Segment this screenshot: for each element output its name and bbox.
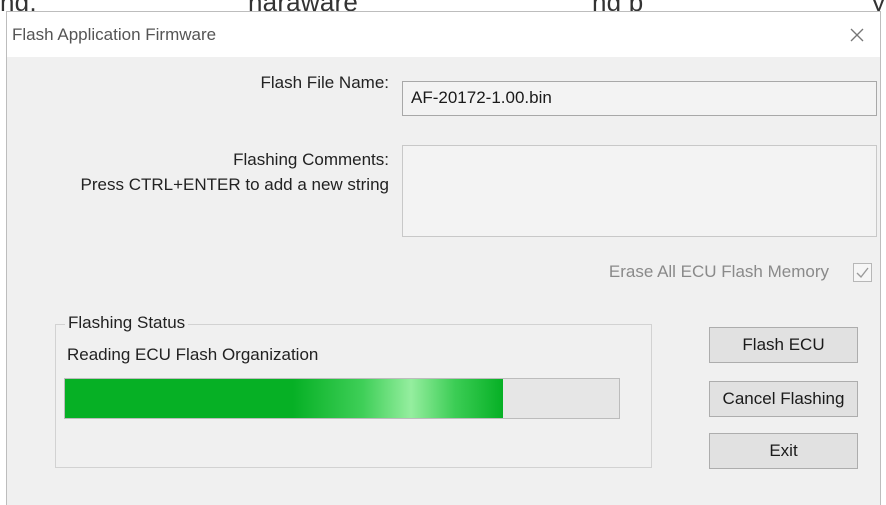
title-bar: Flash Application Firmware bbox=[7, 12, 880, 57]
comments-textarea[interactable] bbox=[402, 145, 877, 237]
progress-fill bbox=[65, 379, 503, 418]
background-text: ng p bbox=[592, 0, 643, 11]
window-title: Flash Application Firmware bbox=[12, 25, 217, 44]
background-text-strip: ng, naraware ng p y bbox=[0, 0, 886, 11]
exit-button[interactable]: Exit bbox=[709, 433, 858, 469]
erase-memory-checkbox[interactable] bbox=[853, 263, 872, 282]
erase-memory-label: Erase All ECU Flash Memory bbox=[608, 262, 829, 281]
file-name-field[interactable]: AF-20172-1.00.bin bbox=[402, 81, 877, 116]
status-message: Reading ECU Flash Organization bbox=[67, 345, 319, 364]
background-text: naraware bbox=[248, 0, 358, 11]
file-name-label: Flash File Name: bbox=[260, 73, 389, 92]
close-button[interactable] bbox=[834, 12, 880, 57]
flashing-status-title: Flashing Status bbox=[65, 313, 189, 333]
flash-dialog: Flash Application Firmware Flash File Na… bbox=[6, 11, 881, 505]
flash-ecu-button[interactable]: Flash ECU bbox=[709, 327, 858, 363]
checkmark-icon bbox=[856, 267, 869, 279]
comments-hint: Press CTRL+ENTER to add a new string bbox=[80, 175, 389, 194]
comments-label: Flashing Comments: bbox=[233, 150, 389, 169]
background-text: y bbox=[872, 0, 885, 11]
close-icon bbox=[850, 28, 864, 41]
flash-progress-bar bbox=[64, 378, 620, 419]
background-text: ng, bbox=[0, 0, 37, 11]
cancel-flashing-button[interactable]: Cancel Flashing bbox=[709, 381, 858, 417]
